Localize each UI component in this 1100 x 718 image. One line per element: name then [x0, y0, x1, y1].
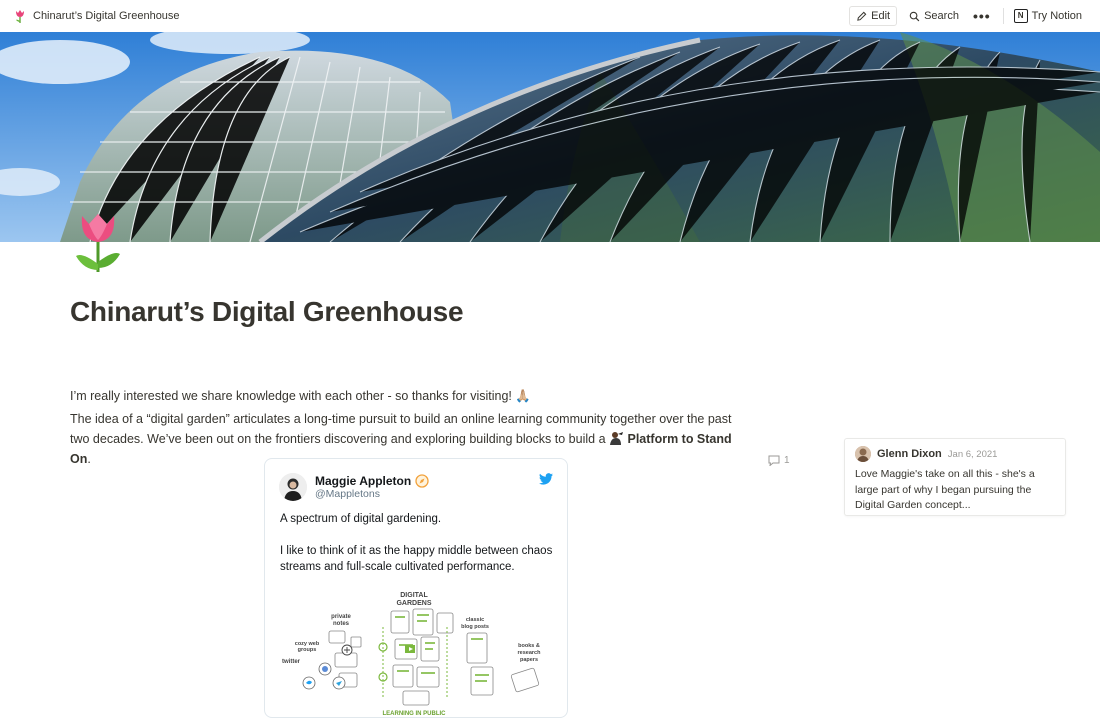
illu-label: notes: [333, 621, 350, 627]
breadcrumb[interactable]: Chinarut’s Digital Greenhouse: [12, 8, 180, 24]
comment-author: Glenn Dixon: [877, 448, 942, 460]
tulip-icon: [16, 10, 24, 23]
topbar: Chinarut’s Digital Greenhouse Edit Searc…: [0, 0, 1100, 32]
divider: [1002, 8, 1004, 24]
comment-date: Jan 6, 2021: [947, 448, 998, 460]
illu-label: twitter: [282, 659, 301, 665]
comment-card[interactable]: Glenn Dixon Jan 6, 2021 Love Maggie's ta…: [844, 438, 1066, 516]
illu-label: groups: [298, 647, 317, 653]
edit-label: Edit: [871, 10, 891, 22]
compass-icon: [415, 474, 429, 488]
avatar: [279, 473, 307, 501]
breadcrumb-title: Chinarut’s Digital Greenhouse: [33, 10, 180, 22]
tweet-handle[interactable]: @Mappletons: [315, 488, 429, 500]
comment-icon: [768, 455, 780, 466]
illu-label: books &: [518, 643, 540, 649]
paragraph-end: .: [87, 452, 91, 466]
avatar: [855, 446, 871, 462]
cover-image: [0, 32, 1100, 242]
notion-logo-icon: N: [1013, 9, 1028, 23]
person-icon: [610, 432, 623, 445]
tweet-line-1: A spectrum of digital gardening.: [280, 513, 442, 525]
search-icon: [909, 11, 920, 21]
tweet-line-2: I like to think of it as the happy middl…: [280, 545, 553, 573]
illu-label: LEARNING IN PUBLIC: [383, 711, 447, 717]
greenhouse-cover-picture: [0, 32, 1100, 242]
pencil-icon: [857, 11, 867, 21]
try-notion-button[interactable]: N Try Notion: [1008, 6, 1088, 26]
search-label: Search: [924, 10, 959, 22]
comment-count-button[interactable]: 1: [768, 455, 790, 466]
more-options-button[interactable]: •••: [965, 8, 999, 24]
search-button[interactable]: Search: [903, 7, 965, 25]
intro-paragraph: I’m really interested we share knowledge…: [70, 389, 531, 403]
twitter-bird-icon[interactable]: [539, 473, 553, 485]
page-title: Chinarut’s Digital Greenhouse: [70, 296, 464, 327]
comment-count: 1: [784, 455, 790, 466]
illu-label: GARDENS: [396, 600, 431, 607]
comment-body: Love Maggie's take on all this - she's a…: [855, 468, 1035, 511]
tulip-page-icon[interactable]: [72, 212, 124, 274]
tweet-author-name[interactable]: Maggie Appleton: [315, 474, 411, 488]
illu-label: DIGITAL: [400, 592, 428, 599]
illu-label: classic: [466, 617, 484, 623]
tweet-text: A spectrum of digital gardening. I like …: [280, 511, 560, 591]
tweet-embed[interactable]: Maggie Appleton @Mappletons A spectrum o…: [264, 458, 568, 718]
try-notion-label: Try Notion: [1031, 10, 1082, 22]
illu-label: private: [331, 614, 351, 620]
illu-label: papers: [520, 657, 538, 663]
edit-button[interactable]: Edit: [849, 6, 898, 26]
illu-label: research: [518, 650, 542, 656]
illu-label: blog posts: [461, 624, 489, 630]
